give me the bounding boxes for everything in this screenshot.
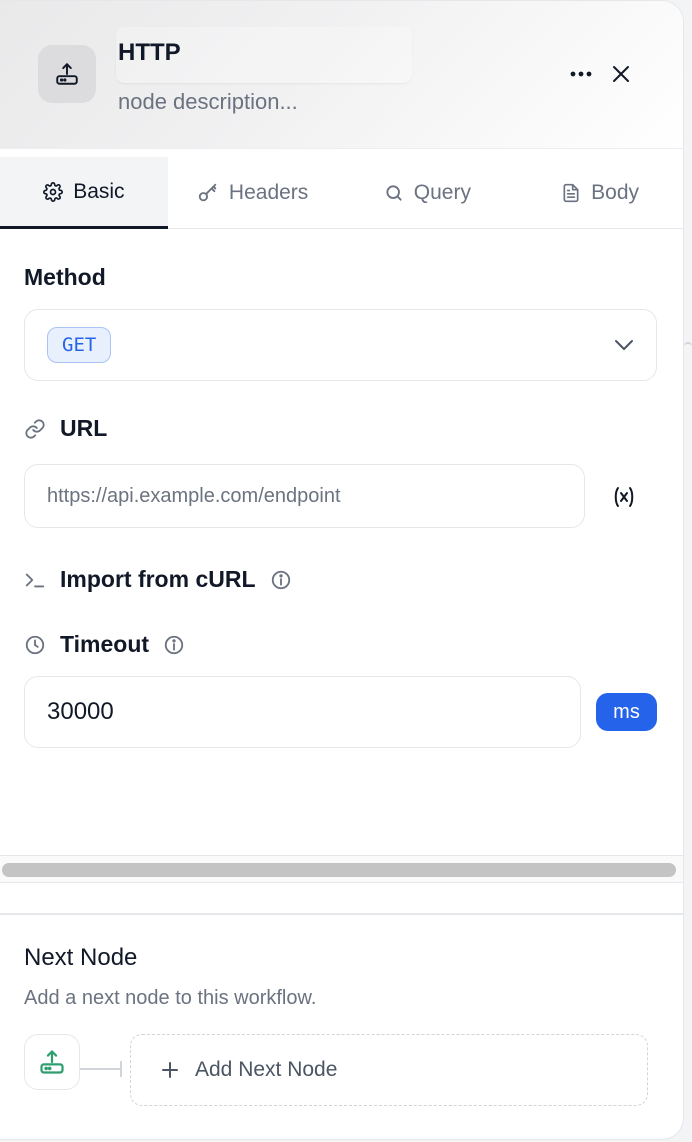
tab-basic[interactable]: Basic	[0, 157, 168, 229]
timeout-label-text: Timeout	[60, 631, 150, 657]
panel-header: HTTP node description...	[0, 1, 683, 149]
search-icon	[386, 185, 402, 201]
section-divider	[0, 913, 683, 915]
node-title[interactable]: HTTP	[118, 39, 181, 67]
http-node-icon	[40, 1050, 64, 1074]
info-icon[interactable]	[163, 634, 185, 656]
plus-icon	[162, 1062, 178, 1078]
document-icon	[563, 183, 579, 203]
node-connector-end	[120, 1061, 122, 1077]
add-next-node-label: Add Next Node	[195, 1058, 338, 1081]
info-icon[interactable]	[270, 569, 292, 591]
chevron-down-icon	[615, 340, 633, 350]
link-icon	[25, 418, 45, 439]
url-label: URL	[24, 415, 107, 442]
node-description-input[interactable]: node description...	[118, 89, 298, 115]
horizontal-scrollbar[interactable]	[0, 855, 683, 883]
tab-headers-label: Headers	[228, 181, 309, 204]
add-next-node-button[interactable]: Add Next Node	[130, 1034, 648, 1106]
node-config-panel: HTTP node description... Basic Headers Q…	[0, 0, 684, 1140]
more-options-button[interactable]	[566, 59, 596, 89]
variable-icon	[614, 487, 634, 507]
timeout-label: Timeout	[24, 631, 185, 658]
url-label-text: URL	[60, 415, 108, 441]
method-badge: GET	[47, 327, 112, 363]
timeout-unit-badge: ms	[596, 693, 657, 731]
node-connector-line	[80, 1068, 122, 1070]
config-tabs: Basic Headers Query Body	[0, 157, 683, 229]
tab-headers[interactable]: Headers	[168, 157, 338, 229]
terminal-icon	[25, 573, 45, 587]
tab-query-label: Query	[413, 181, 471, 204]
import-curl-button[interactable]: Import from cURL	[24, 566, 292, 593]
method-select[interactable]: GET	[24, 309, 657, 381]
canvas-edge-fragment	[684, 342, 692, 350]
method-label: Method	[24, 264, 106, 291]
import-curl-label: Import from cURL	[60, 566, 256, 592]
url-input[interactable]	[24, 464, 585, 528]
tab-body[interactable]: Body	[517, 157, 683, 229]
tab-basic-label: Basic	[73, 179, 125, 203]
close-icon	[613, 66, 629, 82]
key-icon	[198, 183, 217, 202]
method-label-text: Method	[24, 264, 106, 290]
next-node-title: Next Node	[24, 944, 138, 971]
http-node-icon	[38, 45, 96, 103]
gear-icon	[43, 181, 64, 202]
more-horizontal-icon	[570, 71, 592, 77]
tab-query[interactable]: Query	[338, 157, 518, 229]
scrollbar-thumb[interactable]	[2, 863, 676, 877]
next-node-subtitle: Add a next node to this workflow.	[24, 987, 317, 1009]
close-button[interactable]	[606, 59, 636, 89]
timeout-input[interactable]	[24, 676, 581, 748]
current-node-chip	[24, 1034, 80, 1090]
tab-body-label: Body	[591, 181, 640, 204]
insert-variable-button[interactable]	[606, 479, 642, 515]
clock-icon	[25, 635, 45, 654]
